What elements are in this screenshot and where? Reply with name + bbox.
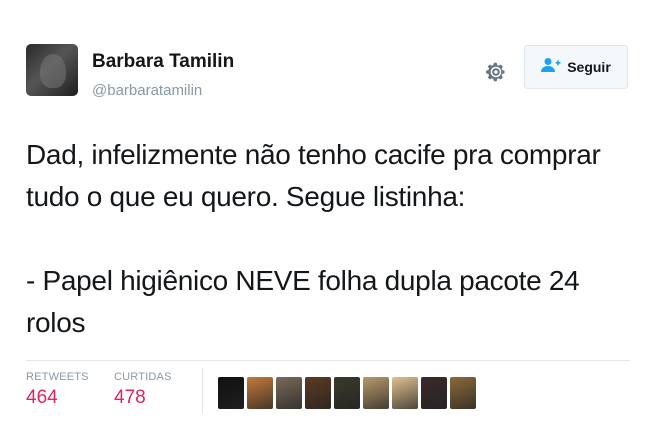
author-avatar[interactable] <box>26 44 78 96</box>
liker-avatar[interactable] <box>276 377 302 409</box>
retweets-count: 464 <box>26 387 58 408</box>
follow-button[interactable]: Seguir <box>524 45 628 89</box>
tweet-text: Dad, infelizmente não tenho cacife pra c… <box>26 139 601 338</box>
liker-avatar[interactable] <box>305 377 331 409</box>
retweets-stat[interactable]: RETWEETS 464 <box>26 371 89 409</box>
retweets-label: RETWEETS <box>26 371 89 383</box>
follow-button-label: Seguir <box>567 59 611 75</box>
stats-divider <box>26 360 630 361</box>
liker-avatar[interactable] <box>421 377 447 409</box>
author-handle[interactable]: @barbaratamilin <box>92 82 202 99</box>
liker-avatar[interactable] <box>247 377 273 409</box>
author-name[interactable]: Barbara Tamilin <box>92 51 234 73</box>
liker-avatar[interactable] <box>218 377 244 409</box>
liker-avatar[interactable] <box>392 377 418 409</box>
liker-avatar[interactable] <box>363 377 389 409</box>
liker-avatar[interactable] <box>450 377 476 409</box>
likes-count: 478 <box>114 387 146 408</box>
liker-avatar[interactable] <box>334 377 360 409</box>
liker-avatars <box>218 377 476 409</box>
likes-stat[interactable]: CURTIDAS 478 <box>114 371 172 409</box>
likes-label: CURTIDAS <box>114 371 172 383</box>
add-user-icon <box>541 57 561 78</box>
gear-icon[interactable] <box>484 60 508 84</box>
stats-separator <box>202 368 203 414</box>
